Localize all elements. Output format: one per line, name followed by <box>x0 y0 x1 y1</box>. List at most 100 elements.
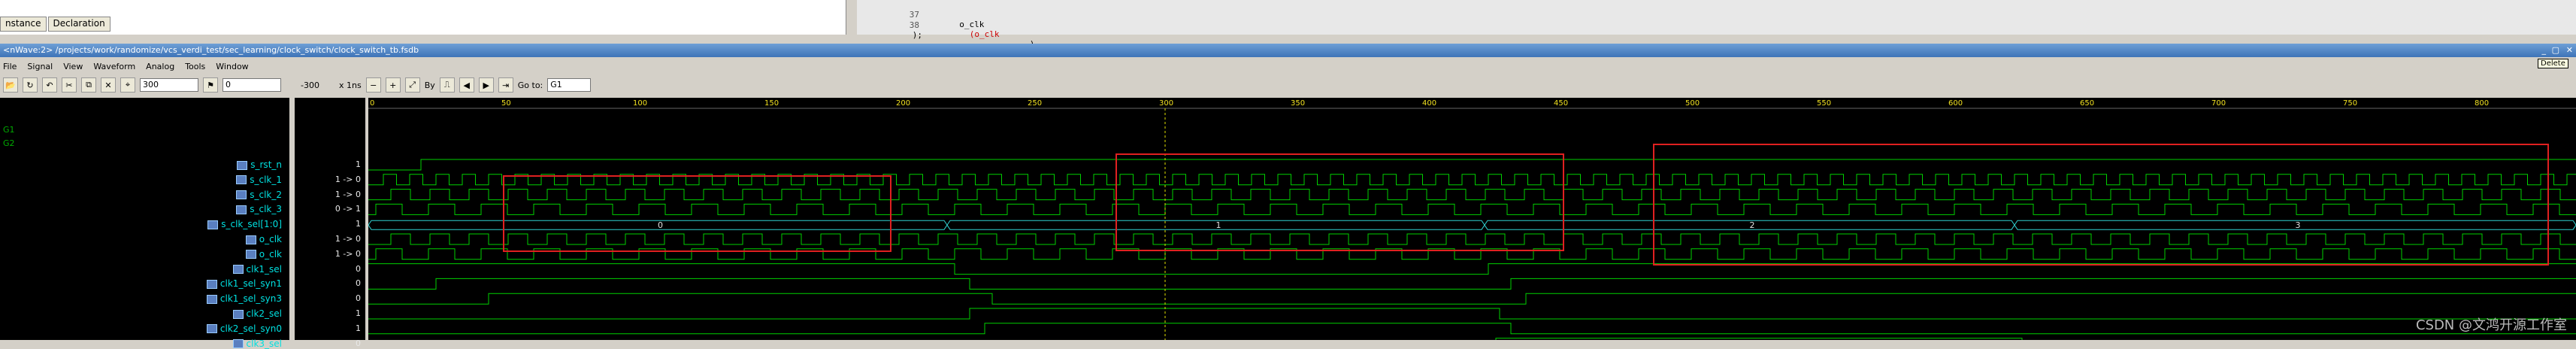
time-unit: x 1ns <box>338 80 362 90</box>
edge-select-icon[interactable]: ⎍ <box>439 77 455 93</box>
cut-icon[interactable]: ✂ <box>62 77 77 93</box>
signal-value: 0 <box>356 278 361 289</box>
signal-name: clk1_sel_syn1 <box>219 278 282 290</box>
window-titlebar: <nWave:2> /projects/work/randomize/vcs_v… <box>0 44 2576 57</box>
signal-name-row[interactable]: clk1_sel <box>232 263 282 275</box>
signal-icon <box>236 190 247 200</box>
signal-icon <box>232 339 244 349</box>
next-edge-icon[interactable]: ▶ <box>478 77 494 93</box>
signal-icon <box>237 160 248 170</box>
cursor-time-input[interactable]: 300 <box>140 78 198 92</box>
signal-icon <box>236 205 247 214</box>
signal-name-row[interactable]: s_clk_sel[1:0] <box>207 219 282 229</box>
signal-icon <box>232 309 244 319</box>
tab-declaration[interactable]: Declaration <box>47 17 110 32</box>
source-code: o_clk <box>939 20 985 29</box>
signal-values-pane: 11 -> 01 -> 00 -> 111 -> 01 -> 0000110 <box>295 98 365 348</box>
wave-clk1-sel-syn1 <box>368 278 2576 290</box>
signal-icon <box>236 175 247 185</box>
signal-name-row[interactable]: s_clk_1 <box>236 174 282 185</box>
reload-icon[interactable]: ↻ <box>23 77 38 93</box>
goto-select[interactable]: G1 <box>547 78 592 92</box>
minimize-icon[interactable]: _ <box>2542 44 2547 57</box>
signal-name: s_rst_n <box>250 159 282 170</box>
signal-value: 1 -> 0 <box>334 174 361 184</box>
signal-name: clk1_sel <box>246 263 282 275</box>
delete-icon[interactable]: ✕ <box>101 77 116 93</box>
source-comment: (o_clk <box>969 29 1000 39</box>
signal-name-row[interactable]: s_clk_3 <box>236 204 282 214</box>
goto-label: Go to: <box>517 80 543 90</box>
cursor-icon[interactable]: ⌖ <box>120 77 135 93</box>
signal-name: s_clk_1 <box>250 174 282 185</box>
signal-name: clk2_sel <box>246 308 282 319</box>
signal-icon <box>245 235 256 244</box>
source-panel: 37 o_clk (o_clk ) 38 ); <box>857 0 2576 49</box>
menu-bar: File Signal View Waveform Analog Tools W… <box>0 60 2576 74</box>
signal-names-pane: G1 G2 s_rst_n s_clk_1 s_clk_2 s_clk_3 s_clk_… <box>0 98 289 349</box>
by-label: By <box>424 80 435 90</box>
wave-clk1-sel-syn3 <box>368 293 2576 305</box>
tab-instance[interactable]: nstance <box>0 17 47 32</box>
group-g2[interactable]: G2 <box>3 138 15 148</box>
signal-value: 1 -> 0 <box>334 248 361 259</box>
close-icon[interactable]: ✕ <box>2566 44 2573 57</box>
marker-time-input[interactable]: 0 <box>222 78 281 92</box>
menu-tools[interactable]: Tools <box>185 60 205 74</box>
menu-file[interactable]: File <box>3 60 17 74</box>
signal-name-row[interactable]: s_rst_n <box>237 159 282 170</box>
menu-waveform[interactable]: Waveform <box>93 60 135 74</box>
menu-view[interactable]: View <box>63 60 83 74</box>
top-area: nstance Declaration 37 o_clk (o_clk ) 38… <box>0 0 2576 49</box>
signal-name-row[interactable]: clk2_sel_syn0 <box>206 323 282 334</box>
signal-name-row[interactable]: o_clk <box>245 234 282 244</box>
source-code: ); <box>912 30 922 40</box>
menu-window[interactable]: Window <box>216 60 248 74</box>
signal-icon <box>206 324 217 334</box>
undo-icon[interactable]: ↶ <box>42 77 57 93</box>
delta-time: -300 <box>301 80 319 90</box>
marker-icon[interactable]: ⚑ <box>203 77 218 93</box>
maximize-icon[interactable]: ▢ <box>2552 44 2559 57</box>
signal-name-row[interactable]: clk1_sel_syn3 <box>206 293 282 305</box>
waveform-canvas[interactable]: 0 1 2 3 <box>368 98 2576 340</box>
wave-clk2-sel-syn0 <box>368 323 2576 335</box>
search-edge-icon[interactable]: ⇥ <box>498 77 513 93</box>
menu-signal[interactable]: Signal <box>27 60 53 74</box>
group-g1[interactable]: G1 <box>3 125 15 135</box>
signal-value: 0 <box>356 263 361 274</box>
line-number: 38 <box>909 20 919 30</box>
open-icon[interactable]: 📂 <box>3 77 18 93</box>
signal-name: o_clk <box>259 248 282 259</box>
signal-value: 1 -> 0 <box>334 234 361 244</box>
signal-name-row[interactable]: o_clk <box>245 248 282 259</box>
signal-icon <box>206 294 217 304</box>
signal-name-row[interactable]: clk1_sel_syn1 <box>206 278 282 290</box>
signal-icon <box>245 250 256 259</box>
copy-icon[interactable]: ⧉ <box>81 77 96 93</box>
highlight-box <box>503 175 891 252</box>
signal-value: 1 <box>356 308 361 318</box>
bus-value: 3 <box>2296 220 2301 230</box>
zoom-fit-icon[interactable]: ⤢ <box>404 77 420 93</box>
prev-edge-icon[interactable]: ◀ <box>459 77 474 93</box>
signal-name-row[interactable]: s_clk_2 <box>236 190 282 200</box>
signal-name: clk1_sel_syn3 <box>219 293 282 305</box>
signal-name: s_clk_3 <box>250 204 282 215</box>
signal-value: 1 <box>356 219 361 229</box>
wave-s-clk-3 <box>368 203 2576 215</box>
bus-value: 0 <box>658 220 663 230</box>
signal-name-row[interactable]: clk2_sel <box>232 308 282 319</box>
signal-name: o_clk <box>259 234 282 244</box>
signal-value: 1 <box>356 323 361 333</box>
signal-icon <box>206 279 217 289</box>
bus-value: 1 <box>1216 220 1221 230</box>
signal-value: 0 -> 1 <box>334 204 361 214</box>
zoom-in-icon[interactable]: + <box>385 77 401 93</box>
zoom-out-icon[interactable]: − <box>365 77 381 93</box>
watermark: CSDN @文鸿开源工作室 <box>2415 317 2567 333</box>
signal-name: clk2_sel_syn0 <box>219 323 282 334</box>
signal-value: 0 <box>356 293 361 304</box>
hierarchy-panel: nstance Declaration <box>0 0 846 35</box>
menu-analog[interactable]: Analog <box>146 60 174 74</box>
